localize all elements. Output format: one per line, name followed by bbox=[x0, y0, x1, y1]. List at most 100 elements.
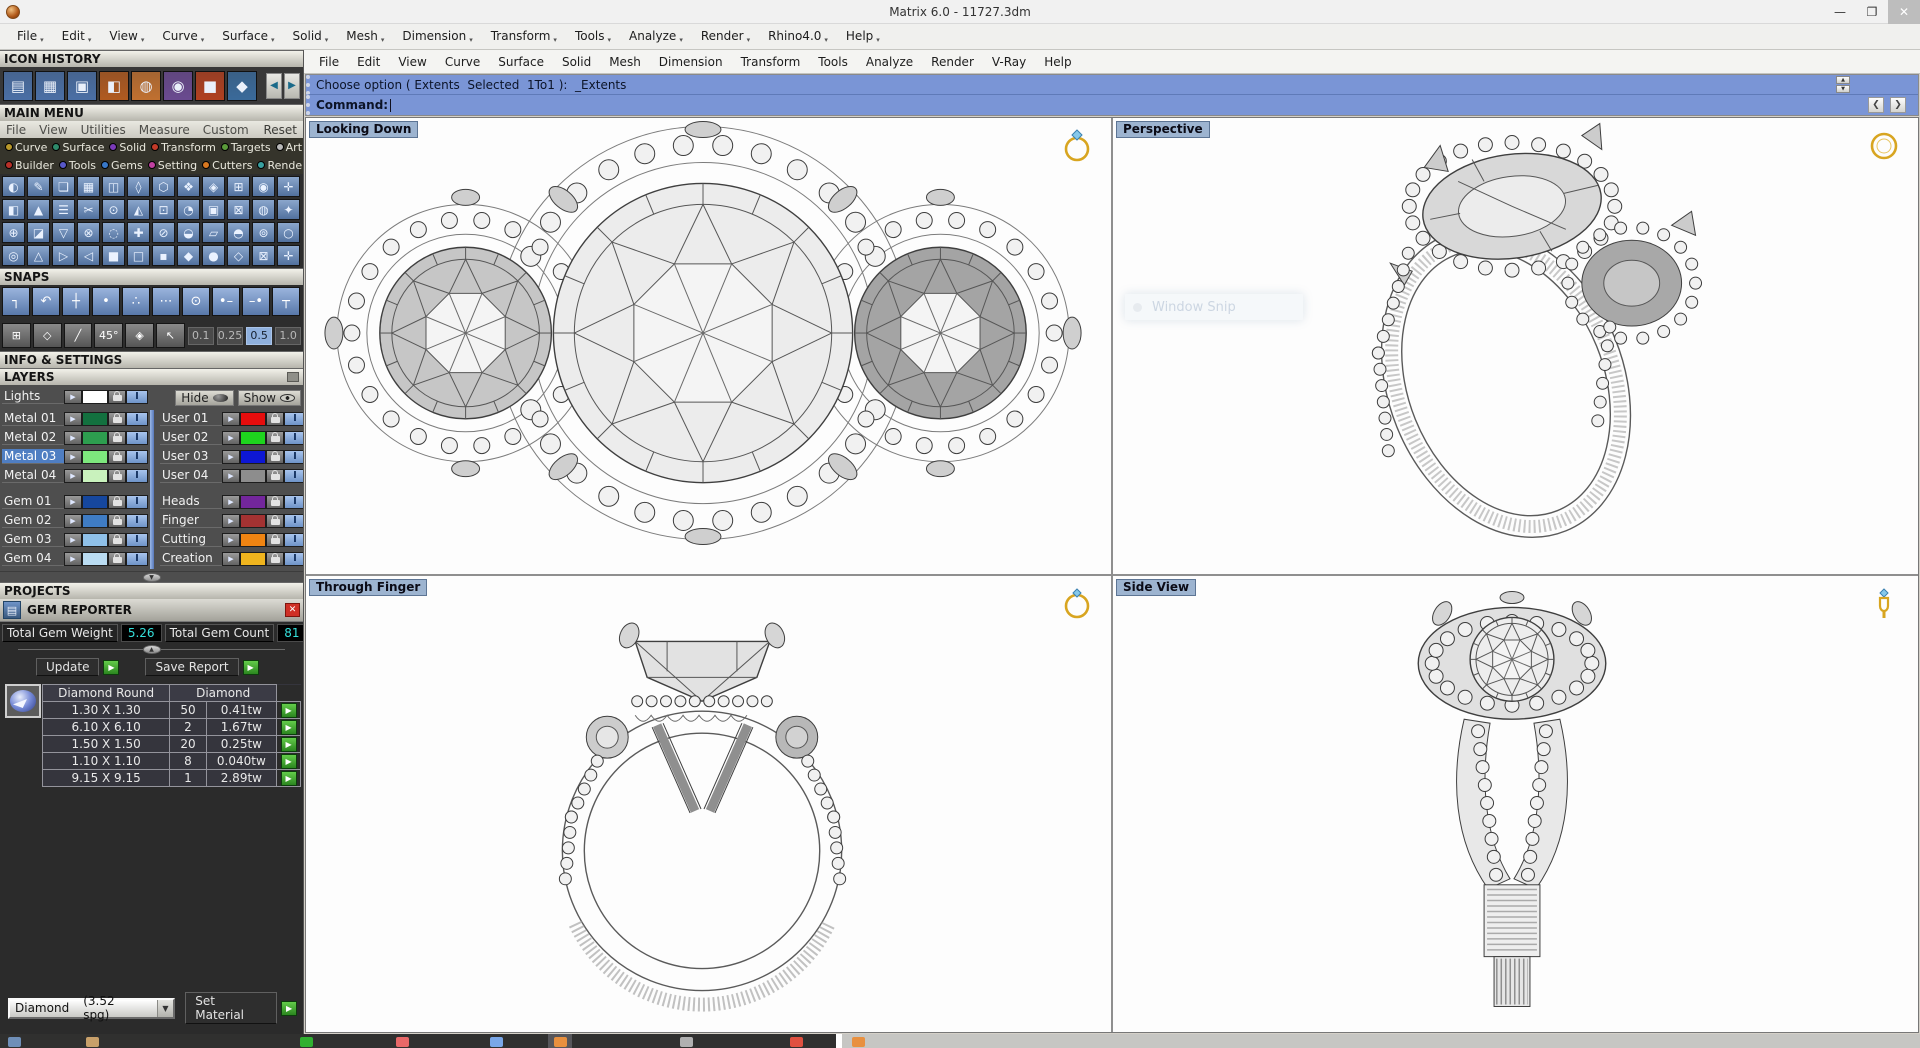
layer-color-swatch[interactable] bbox=[82, 514, 108, 528]
tool-icon[interactable]: ▽ bbox=[52, 222, 75, 243]
layer-color-swatch[interactable] bbox=[82, 469, 108, 483]
tool-icon[interactable]: ⊡ bbox=[152, 199, 175, 220]
tool-icon[interactable]: ⊚ bbox=[252, 222, 275, 243]
layer-lock-icon[interactable] bbox=[108, 390, 126, 404]
layer-expand-icon[interactable]: ▶ bbox=[64, 552, 82, 566]
rhino-menu-v-ray[interactable]: V-Ray bbox=[983, 55, 1035, 69]
matrix-menu-surface[interactable]: Surface bbox=[213, 29, 283, 44]
command-history-spinner[interactable]: ▲ ▼ bbox=[1836, 76, 1850, 93]
gem-icon[interactable]: ◆ bbox=[227, 71, 257, 101]
main-menu-item-view[interactable]: View bbox=[39, 123, 67, 137]
update-go-icon[interactable]: ▶ bbox=[103, 660, 119, 675]
spinner-up-icon[interactable]: ▲ bbox=[1836, 76, 1850, 84]
layer-lock-icon[interactable] bbox=[108, 450, 126, 464]
start-button-icon[interactable] bbox=[8, 1037, 21, 1047]
snap-icon[interactable]: ⊙ bbox=[182, 287, 210, 316]
layer-lock-icon[interactable] bbox=[108, 514, 126, 528]
layer-lock-icon[interactable] bbox=[266, 552, 284, 566]
snap-icon[interactable]: ∴ bbox=[122, 287, 150, 316]
layer-label[interactable]: Metal 03 bbox=[2, 449, 64, 464]
menu-tab-render[interactable]: Render bbox=[255, 159, 303, 172]
tool-icon[interactable]: ■ bbox=[102, 245, 125, 266]
tool-icon[interactable]: ⊘ bbox=[152, 222, 175, 243]
snap-icon[interactable]: •– bbox=[212, 287, 240, 316]
snap-mode-icon[interactable]: 45° bbox=[94, 323, 123, 348]
tool-icon[interactable]: ⊠ bbox=[227, 199, 250, 220]
layer-visibility-toggle[interactable]: I bbox=[284, 514, 303, 528]
layer-color-swatch[interactable] bbox=[82, 390, 108, 404]
material-select-arrow-icon[interactable]: ▼ bbox=[157, 1000, 174, 1017]
layer-color-swatch[interactable] bbox=[82, 431, 108, 445]
matrix-menu-edit[interactable]: Edit bbox=[53, 29, 101, 44]
viewport-label-through-finger[interactable]: Through Finger bbox=[309, 579, 427, 596]
menu-tab-art[interactable]: Art bbox=[274, 141, 303, 154]
gold-ring-icon[interactable] bbox=[1059, 126, 1095, 164]
rhino-menu-render[interactable]: Render bbox=[922, 55, 983, 69]
show-button[interactable]: Show bbox=[238, 390, 301, 406]
tool-icon[interactable]: ✚ bbox=[127, 222, 150, 243]
history-back-button[interactable]: ◀ bbox=[266, 73, 282, 99]
layer-lock-icon[interactable] bbox=[266, 450, 284, 464]
tool-icon[interactable]: ◎ bbox=[2, 245, 25, 266]
rhino-menu-tools[interactable]: Tools bbox=[809, 55, 857, 69]
matrix-menu-curve[interactable]: Curve bbox=[153, 29, 213, 44]
viewport-through-finger[interactable]: Through Finger bbox=[306, 576, 1111, 1032]
snap-icon[interactable]: ↶ bbox=[32, 287, 60, 316]
save-icon[interactable]: ▣ bbox=[67, 71, 97, 101]
layer-expand-icon[interactable]: ▶ bbox=[222, 533, 240, 547]
snap-increment-0-1[interactable]: 0.1 bbox=[188, 327, 214, 345]
tool-icon[interactable]: ● bbox=[202, 245, 225, 266]
tool-icon[interactable]: ◫ bbox=[102, 176, 125, 197]
layer-color-swatch[interactable] bbox=[82, 412, 108, 426]
hide-button[interactable]: Hide bbox=[175, 390, 233, 406]
tool-icon[interactable]: ☰ bbox=[52, 199, 75, 220]
layer-lock-icon[interactable] bbox=[266, 469, 284, 483]
tool-icon[interactable]: ○ bbox=[277, 222, 300, 243]
matrix-menu-render[interactable]: Render bbox=[692, 29, 759, 44]
tool-icon[interactable]: ◭ bbox=[127, 199, 150, 220]
rhino-menu-mesh[interactable]: Mesh bbox=[600, 55, 650, 69]
viewport-looking-down[interactable]: Looking Down bbox=[306, 118, 1111, 574]
gem-row-go-icon[interactable]: ▶ bbox=[281, 703, 297, 718]
tool-icon[interactable]: ◉ bbox=[252, 176, 275, 197]
taskbar[interactable] bbox=[0, 1034, 1920, 1048]
layer-expand-icon[interactable]: ▶ bbox=[64, 431, 82, 445]
matrix-menu-file[interactable]: File bbox=[8, 29, 53, 44]
command-next-button[interactable]: ❯ bbox=[1890, 97, 1906, 113]
tool-icon[interactable]: ✎ bbox=[27, 176, 50, 197]
taskbar-folder-icon[interactable] bbox=[86, 1037, 99, 1047]
save-report-button[interactable]: Save Report ▶ bbox=[145, 658, 258, 676]
layer-visibility-toggle[interactable]: I bbox=[126, 552, 148, 566]
save-report-go-icon[interactable]: ▶ bbox=[243, 660, 259, 675]
tool-icon[interactable]: ✦ bbox=[277, 199, 300, 220]
grid-icon[interactable]: ▦ bbox=[35, 71, 65, 101]
gem-table-row[interactable]: 6.10 X 6.1021.67tw▶ bbox=[43, 719, 301, 736]
layer-visibility-toggle[interactable]: I bbox=[284, 412, 303, 426]
layer-visibility-toggle[interactable]: I bbox=[126, 431, 148, 445]
viewport-label-side-view[interactable]: Side View bbox=[1116, 579, 1196, 596]
tool-icon[interactable]: ◒ bbox=[177, 222, 200, 243]
layer-visibility-toggle[interactable]: I bbox=[126, 390, 148, 404]
layer-label[interactable]: Gem 04 bbox=[2, 551, 64, 566]
main-menu-item-custom[interactable]: Custom bbox=[203, 123, 249, 137]
layer-expand-icon[interactable]: ▶ bbox=[64, 495, 82, 509]
layer-color-swatch[interactable] bbox=[82, 533, 108, 547]
viewport-label-perspective[interactable]: Perspective bbox=[1116, 121, 1210, 138]
matrix-menu-view[interactable]: View bbox=[100, 29, 153, 44]
layer-expand-icon[interactable]: ▶ bbox=[64, 390, 82, 404]
tool-icon[interactable]: ◧ bbox=[2, 199, 25, 220]
rhino-menu-help[interactable]: Help bbox=[1035, 55, 1080, 69]
snap-increment-0-25[interactable]: 0.25 bbox=[217, 327, 244, 345]
snap-increment-1-0[interactable]: 1.0 bbox=[275, 327, 301, 345]
layer-visibility-toggle[interactable]: I bbox=[126, 412, 148, 426]
layer-visibility-toggle[interactable]: I bbox=[126, 514, 148, 528]
layer-visibility-toggle[interactable]: I bbox=[126, 533, 148, 547]
tool-icon[interactable]: ⬡ bbox=[152, 176, 175, 197]
matrix-menu-mesh[interactable]: Mesh bbox=[337, 29, 393, 44]
layer-label[interactable]: Gem 03 bbox=[2, 532, 64, 547]
layer-color-swatch[interactable] bbox=[240, 412, 266, 426]
layer-expand-icon[interactable]: ▶ bbox=[64, 450, 82, 464]
tool-icon[interactable]: ✛ bbox=[277, 245, 300, 266]
layer-color-swatch[interactable] bbox=[82, 450, 108, 464]
matrix-menu-transform[interactable]: Transform bbox=[482, 29, 566, 44]
